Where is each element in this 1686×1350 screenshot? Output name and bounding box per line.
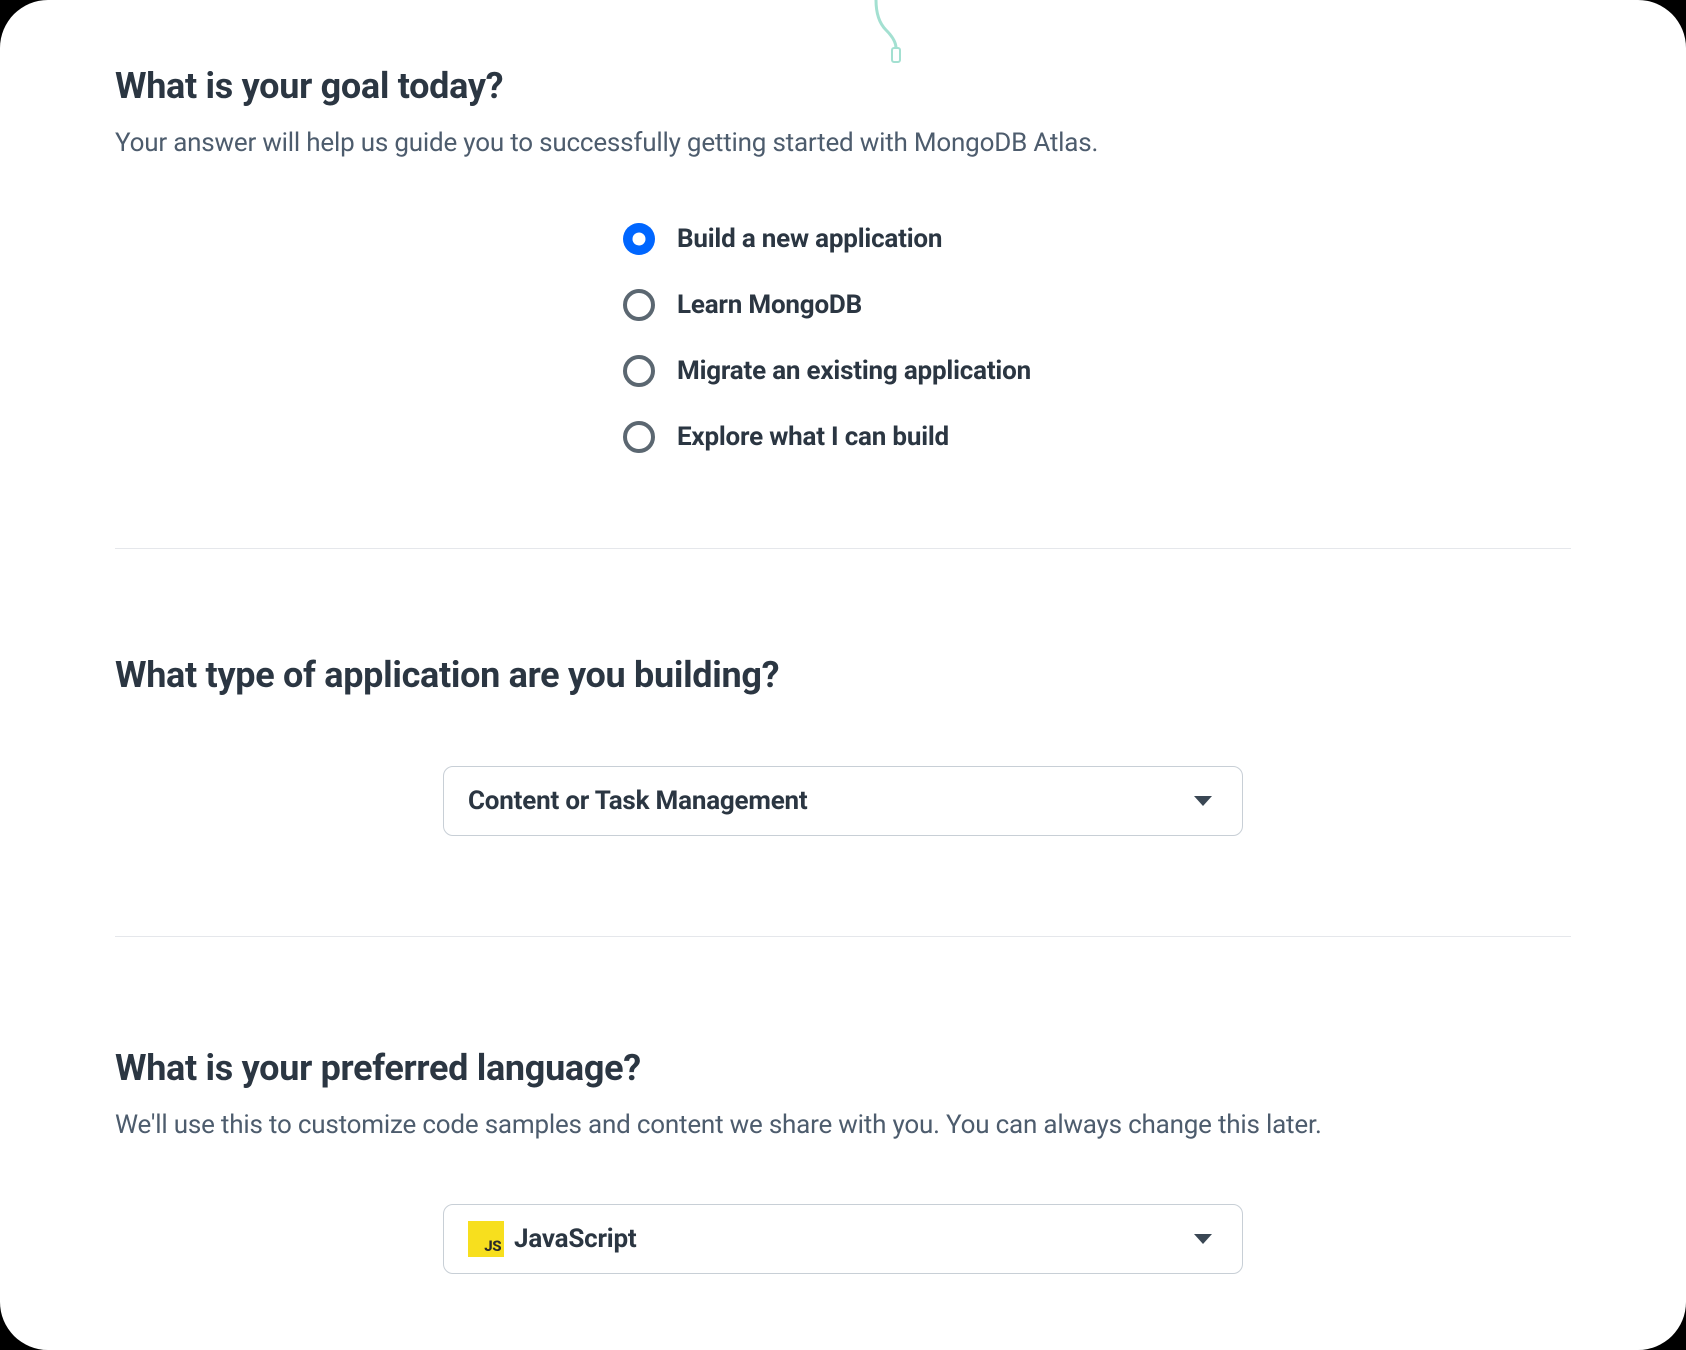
language-value: JavaScript: [514, 1224, 637, 1254]
radio-selected-icon: [623, 223, 655, 255]
language-title: What is your preferred language?: [115, 1047, 1571, 1089]
caret-down-icon: [1194, 796, 1212, 806]
select-left: Content or Task Management: [468, 786, 808, 816]
radio-unselected-icon: [623, 355, 655, 387]
app-type-select-wrap: Content or Task Management: [115, 766, 1571, 836]
divider: [115, 548, 1571, 549]
divider: [115, 936, 1571, 937]
language-select[interactable]: JS JavaScript: [443, 1204, 1243, 1274]
content-area: What is your goal today? Your answer wil…: [115, 0, 1571, 1274]
language-subtitle: We'll use this to customize code samples…: [115, 1107, 1571, 1143]
radio-label: Migrate an existing application: [677, 356, 1031, 386]
goal-option-learn-mongodb[interactable]: Learn MongoDB: [623, 289, 1571, 321]
goal-section: What is your goal today? Your answer wil…: [115, 65, 1571, 453]
radio-unselected-icon: [623, 421, 655, 453]
goal-option-build-new-app[interactable]: Build a new application: [623, 223, 1571, 255]
radio-label: Build a new application: [677, 224, 942, 254]
app-type-title: What type of application are you buildin…: [115, 654, 1571, 696]
caret-down-icon: [1194, 1234, 1212, 1244]
language-select-wrap: JS JavaScript: [115, 1204, 1571, 1274]
onboarding-window: What is your goal today? Your answer wil…: [0, 0, 1686, 1350]
radio-label: Learn MongoDB: [677, 290, 862, 320]
language-section: What is your preferred language? We'll u…: [115, 1047, 1571, 1273]
goal-radio-group: Build a new application Learn MongoDB Mi…: [623, 223, 1571, 453]
radio-unselected-icon: [623, 289, 655, 321]
goal-subtitle: Your answer will help us guide you to su…: [115, 125, 1571, 161]
goal-option-explore[interactable]: Explore what I can build: [623, 421, 1571, 453]
goal-title: What is your goal today?: [115, 65, 1571, 107]
radio-label: Explore what I can build: [677, 422, 949, 452]
goal-option-migrate-app[interactable]: Migrate an existing application: [623, 355, 1571, 387]
app-type-value: Content or Task Management: [468, 786, 808, 816]
app-type-section: What type of application are you buildin…: [115, 654, 1571, 836]
app-type-select[interactable]: Content or Task Management: [443, 766, 1243, 836]
javascript-icon: JS: [468, 1221, 504, 1257]
select-left: JS JavaScript: [468, 1221, 637, 1257]
